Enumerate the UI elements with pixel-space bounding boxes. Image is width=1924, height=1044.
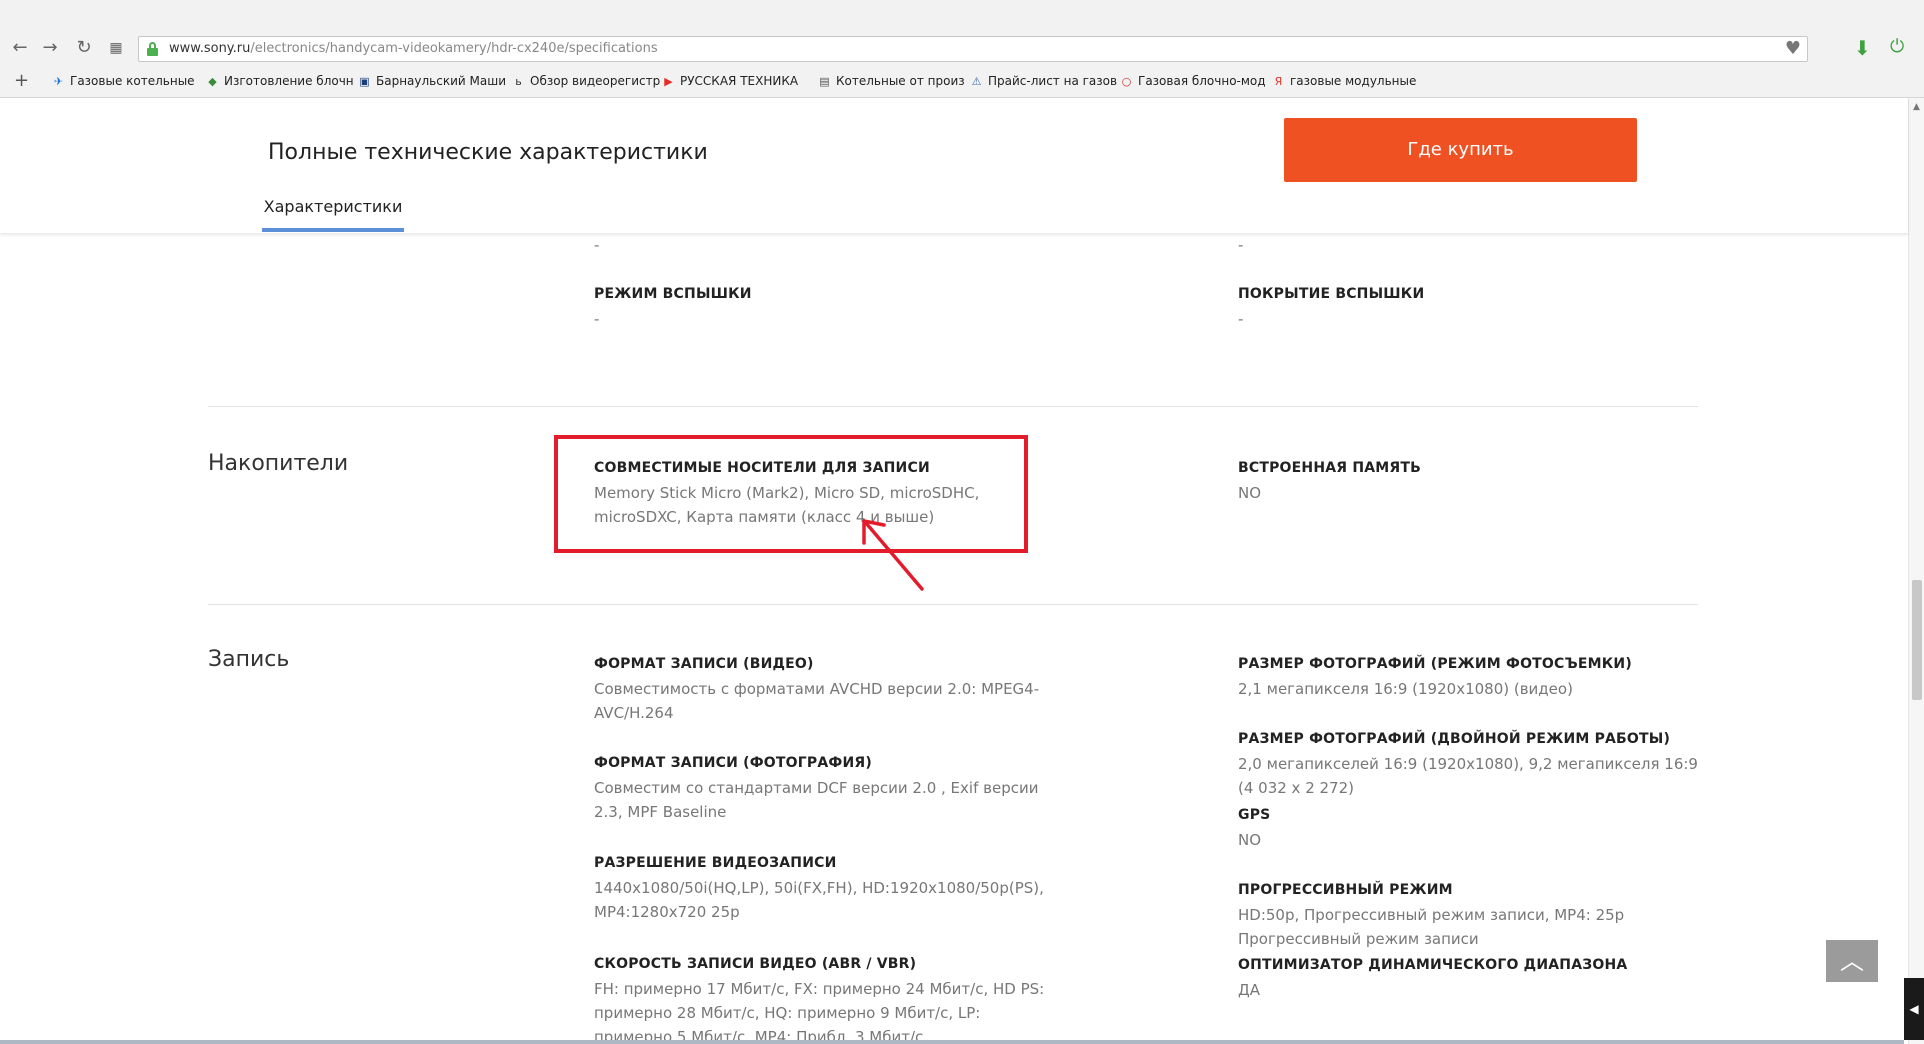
bookmark-label: Котельные от произ — [836, 74, 965, 88]
download-arrow-icon[interactable]: ⬇ — [1854, 36, 1871, 60]
bookmark-label: РУССКАЯ ТЕХНИКА — [680, 74, 799, 88]
spec-value: ДА — [1238, 981, 1260, 999]
spec-label: ОПТИМИЗАТОР ДИНАМИЧЕСКОГО ДИАПАЗОНА — [1238, 957, 1628, 973]
bookmark-item[interactable]: ○ Газовая блочно-мод — [1120, 74, 1266, 88]
caret-left-icon: ◀ — [1909, 1002, 1919, 1016]
taskbar-edge — [0, 1040, 1904, 1044]
spec-value: - — [1238, 310, 1244, 328]
spec-value: NO — [1238, 831, 1262, 849]
back-arrow-icon[interactable]: ← — [8, 36, 32, 60]
back-to-top-button[interactable]: ︿ — [1826, 940, 1878, 982]
section-title-recording: Запись — [208, 647, 290, 672]
bookmark-favicon-icon: ⚠ — [971, 74, 982, 88]
spec-label: ФОРМАТ ЗАПИСИ (ВИДЕО) — [594, 656, 814, 672]
bookmark-label: Прайс-лист на газов — [988, 74, 1118, 88]
spec-label: ФОРМАТ ЗАПИСИ (ФОТОГРАФИЯ) — [594, 755, 872, 771]
reload-icon[interactable]: ↻ — [72, 36, 96, 60]
spec-value: Прогрессивный режим записи — [1238, 930, 1479, 948]
spec-label: GPS — [1238, 807, 1271, 823]
section-title-storage: Накопители — [208, 451, 349, 476]
bookmark-favicon-icon: Я — [1274, 74, 1283, 88]
bookmark-label: Обзор видеорегистр — [530, 74, 661, 88]
tab-specifications[interactable]: Характеристики — [262, 192, 404, 232]
spec-value: 2,1 мегапикселя 16:9 (1920x1080) (видео) — [1238, 680, 1573, 698]
bookmark-item[interactable]: ▤ Котельные от произ — [818, 74, 965, 88]
spec-value: 2,0 мегапикселей 16:9 (1920x1080), 9,2 м… — [1238, 755, 1698, 773]
spec-value: 1440x1080/50i(HQ,LP), 50i(FX,FH), HD:192… — [594, 879, 1044, 897]
page-title: Полные технические характеристики — [268, 140, 708, 165]
spec-label: ВСТРОЕННАЯ ПАМЯТЬ — [1238, 460, 1422, 476]
spec-label: ПОКРЫТИЕ ВСПЫШКИ — [1238, 286, 1425, 302]
section-divider — [208, 604, 1698, 605]
spec-label: ПРОГРЕССИВНЫЙ РЕЖИМ — [1238, 882, 1453, 898]
spec-sticky-header: Полные технические характеристики Характ… — [0, 98, 1908, 233]
bookmark-label: Изготовление блочн — [224, 74, 354, 88]
spec-content: - - РЕЖИМ ВСПЫШКИ - ПОКРЫТИЕ ВСПЫШКИ - Н… — [0, 233, 1908, 1044]
browser-chrome: ← → ↻ ▦ www.sony.ru/electronics/handycam… — [0, 0, 1924, 98]
bookmark-label: Барнаульский Маши — [376, 74, 506, 88]
page-scrollbar[interactable]: ▲ — [1908, 98, 1924, 1044]
favorite-heart-icon[interactable]: ♥ — [1785, 38, 1801, 59]
address-bar[interactable]: www.sony.ru/electronics/handycam-videoka… — [138, 36, 1808, 62]
annotation-arrow-icon — [862, 519, 924, 591]
spec-value: NO — [1238, 484, 1262, 502]
spec-value: FH: примерно 17 Мбит/с, FX: примерно 24 … — [594, 980, 1045, 998]
spec-value: 2.3, MPF Baseline — [594, 803, 727, 821]
spec-value: HD:50p, Прогрессивный режим записи, MP4:… — [1238, 906, 1625, 924]
bookmark-label: газовые модульные — [1290, 74, 1417, 88]
spec-label: РЕЖИМ ВСПЫШКИ — [594, 286, 752, 302]
url-text: www.sony.ru/electronics/handycam-videoka… — [169, 41, 658, 56]
spec-value: Совместим со стандартами DCF версии 2.0 … — [594, 779, 1039, 797]
bookmark-favicon-icon: ▤ — [819, 74, 830, 88]
bookmark-favicon-icon: ✈ — [53, 74, 64, 88]
spec-label: РАЗРЕШЕНИЕ ВИДЕОЗАПИСИ — [594, 855, 837, 871]
spec-value: MP4:1280x720 25p — [594, 903, 740, 921]
spec-label: РАЗМЕР ФОТОГРАФИЙ (ДВОЙНОЙ РЕЖИМ РАБОТЫ) — [1238, 731, 1671, 747]
side-panel-toggle[interactable]: ◀ — [1904, 978, 1924, 1040]
bookmark-favicon-icon: ◆ — [208, 74, 217, 88]
browser-navbar: ← → ↻ ▦ www.sony.ru/electronics/handycam… — [0, 34, 1924, 64]
bookmark-favicon-icon: ○ — [1121, 74, 1132, 88]
spec-value: примерно 28 Мбит/с, HQ: примерно 9 Мбит/… — [594, 1004, 981, 1022]
bookmarks-bar: + ✈ Газовые котельные ◆ Изготовление блочн ▣… — [0, 70, 1924, 94]
forward-arrow-icon[interactable]: → — [38, 36, 62, 60]
bookmark-item[interactable]: ▶ РУССКАЯ ТЕХНИКА — [662, 74, 798, 88]
section-divider — [208, 406, 1698, 407]
spec-label: РАЗМЕР ФОТОГРАФИЙ (РЕЖИМ ФОТОСЪЕМКИ) — [1238, 656, 1632, 672]
annotation-highlight-box — [554, 435, 1028, 553]
scrollbar-thumb[interactable] — [1912, 580, 1922, 700]
bookmark-item[interactable]: ✈ Газовые котельные — [52, 74, 195, 88]
bookmark-item[interactable]: ь Обзор видеорегистр — [512, 74, 660, 88]
spec-value: - — [594, 310, 600, 328]
spec-label: СКОРОСТЬ ЗАПИСИ ВИДЕО (ABR / VBR) — [594, 956, 917, 972]
add-bookmark-icon[interactable]: + — [14, 70, 29, 91]
spec-value: (4 032 x 2 272) — [1238, 779, 1355, 797]
bookmark-item[interactable]: ▣ Барнаульский Маши — [358, 74, 506, 88]
extension-power-icon[interactable]: ⏻ — [1890, 36, 1904, 57]
apps-grid-icon[interactable]: ▦ — [104, 36, 128, 60]
bookmark-favicon-icon: ь — [515, 74, 522, 88]
bookmark-item[interactable]: ⚠ Прайс-лист на газов — [970, 74, 1118, 88]
spec-value: Совместимость с форматами AVCHD версии 2… — [594, 680, 1040, 698]
scroll-up-arrow-icon[interactable]: ▲ — [1913, 102, 1920, 112]
chevron-up-icon: ︿ — [1840, 947, 1864, 975]
spec-value: AVC/H.264 — [594, 704, 674, 722]
bookmark-label: Газовые котельные — [70, 74, 195, 88]
spec-value: - — [594, 236, 600, 254]
bookmark-label: Газовая блочно-мод — [1138, 74, 1266, 88]
bookmark-favicon-icon: ▶ — [664, 74, 673, 88]
spec-value: - — [1238, 236, 1244, 254]
bookmark-favicon-icon: ▣ — [359, 74, 370, 88]
bookmark-item[interactable]: ◆ Изготовление блочн — [206, 74, 354, 88]
lock-icon — [147, 42, 158, 56]
bookmark-item[interactable]: Ягазовые модульные — [1272, 74, 1417, 88]
where-to-buy-button[interactable]: Где купить — [1284, 118, 1637, 182]
